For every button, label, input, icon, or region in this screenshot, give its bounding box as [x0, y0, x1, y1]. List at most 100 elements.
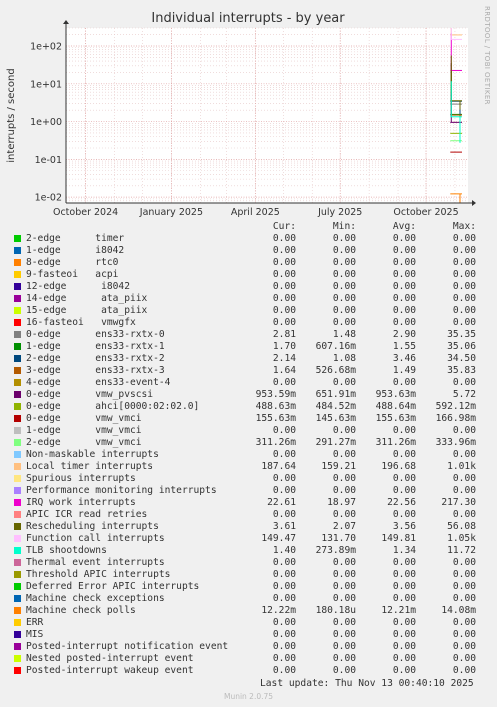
legend-swatch [14, 247, 21, 254]
legend-value-max: 0.00 [452, 485, 476, 496]
legend-row: Posted-interrupt notification event 0.00 0… [12, 641, 492, 653]
legend-row: Performance monitoring interrupts 0.00 0.0… [12, 485, 492, 497]
munin-version: Munin 2.0.75 [223, 692, 274, 701]
y-axis-label: interrupts / second [6, 68, 17, 162]
x-tick-label: October 2024 [53, 207, 118, 218]
legend-swatch [14, 295, 21, 302]
legend-value-max: 0.00 [452, 557, 476, 568]
y-tick-label: 1e+01 [30, 79, 62, 90]
legend-row: IRQ work interrupts 22.61 18.97 22.56 217.30 [12, 497, 492, 509]
y-tick-label: 1e-01 [35, 155, 62, 166]
legend-row: TLB shootdowns 1.40 273.89m 1.34 11.72 [12, 545, 492, 557]
legend-series-name: APIC ICR read retries [26, 509, 148, 520]
legend-swatch [14, 235, 21, 242]
legend-swatch [14, 319, 21, 326]
legend-swatch [14, 511, 21, 518]
legend-series-name: TLB shootdowns [26, 545, 107, 556]
legend-swatch [14, 523, 21, 530]
y-tick-label: 1e+02 [30, 42, 62, 53]
legend-series-name: 9-fasteoi acpi [26, 269, 119, 280]
legend-series-name: 2-edge vmw_vmci [26, 437, 142, 448]
legend-value-max: 0.00 [452, 293, 476, 304]
legend-series-name: 0-edge ens33-rxtx-0 [26, 329, 165, 340]
legend-row: 2-edge ens33-rxtx-2 2.14 1.08 3.46 34.50 [12, 353, 492, 365]
column-max: Max: [452, 221, 476, 232]
legend-series-name: Posted-interrupt wakeup event [26, 665, 194, 676]
legend-value-max: 35.06 [447, 341, 476, 352]
legend-swatch [14, 547, 21, 554]
legend-swatch [14, 631, 21, 638]
legend-swatch [14, 487, 21, 494]
legend-value-max: 0.00 [452, 617, 476, 628]
legend-swatch [14, 595, 21, 602]
legend-value-max: 0.00 [452, 377, 476, 388]
legend-swatch [14, 307, 21, 314]
legend-swatch [14, 355, 21, 362]
legend-series-name: Function call interrupts [26, 533, 165, 544]
legend-swatch [14, 535, 21, 542]
legend-swatch [14, 571, 21, 578]
legend-series-name: 14-edge ata_piix [26, 293, 148, 304]
legend-swatch [14, 475, 21, 482]
legend-swatch [14, 451, 21, 458]
y-tick-label: 1e-02 [35, 193, 62, 204]
legend-series-name: 0-edge vmw_pvscsi [26, 389, 154, 400]
legend-series-name: IRQ work interrupts [26, 497, 136, 508]
legend-row: Deferred Error APIC interrupts 0.00 0.00 0.… [12, 581, 492, 593]
legend-swatch [14, 667, 21, 674]
legend-value-max: 0.00 [452, 629, 476, 640]
legend-series-name: Machine check exceptions [26, 593, 165, 604]
legend-series-name: MIS [26, 629, 44, 640]
legend-value-max: 217.30 [441, 497, 476, 508]
legend-series-name: Local timer interrupts [26, 461, 154, 472]
legend: Cur: Min: Avg: Max: 2-edge timer 0.00 0.00… [12, 221, 492, 677]
legend-row: Nested posted-interrupt event 0.00 0.00 0.0… [12, 653, 492, 665]
legend-value-max: 1.05k [447, 533, 476, 544]
legend-value-max: 1.01k [447, 461, 476, 472]
legend-value-max: 35.35 [447, 329, 476, 340]
legend-swatch [14, 331, 21, 338]
legend-series-name: 2-edge ens33-rxtx-2 [26, 353, 165, 364]
legend-series-name: 0-edge ahci[0000:02:02.0] [26, 401, 200, 412]
legend-swatch [14, 655, 21, 662]
legend-series-name: Spurious interrupts [26, 473, 136, 484]
legend-value-max: 0.00 [452, 581, 476, 592]
legend-row: Non-maskable interrupts 0.00 0.00 0.00 0.00 [12, 449, 492, 461]
legend-swatch [14, 619, 21, 626]
legend-swatch [14, 583, 21, 590]
legend-swatch [14, 259, 21, 266]
legend-value-max: 0.00 [452, 593, 476, 604]
legend-series-name: Threshold APIC interrupts [26, 569, 171, 580]
legend-value-max: 5.72 [452, 389, 476, 400]
legend-series-name: 4-edge ens33-event-4 [26, 377, 171, 388]
legend-value-max: 0.00 [452, 269, 476, 280]
legend-swatch [14, 439, 21, 446]
legend-row: APIC ICR read retries 0.00 0.00 0.00 0.00 [12, 509, 492, 521]
legend-row: 0-edge ens33-rxtx-0 2.81 1.48 2.90 35.35 [12, 329, 492, 341]
legend-value-max: 166.98m [435, 413, 476, 424]
legend-swatch [14, 367, 21, 374]
legend-value-max: 333.96m [435, 437, 476, 448]
last-update: Last update: Thu Nov 13 00:40:10 2025 [260, 678, 474, 689]
legend-value-max: 0.00 [452, 317, 476, 328]
legend-series-name: 1-edge ens33-rxtx-1 [26, 341, 165, 352]
legend-swatch [14, 283, 21, 290]
legend-row: 9-fasteoi acpi 0.00 0.00 0.00 0.00 [12, 269, 492, 281]
legend-swatch [14, 559, 21, 566]
legend-row: 0-edge vmw_pvscsi 953.59m 651.91m 953.63m 5.… [12, 389, 492, 401]
legend-series-name: 15-edge ata_piix [26, 305, 148, 316]
x-tick-label: January 2025 [139, 207, 203, 218]
legend-row: 1-edge i8042 0.00 0.00 0.00 0.00 [12, 245, 492, 257]
x-tick-label: April 2025 [231, 207, 280, 218]
legend-value-max: 0.00 [452, 641, 476, 652]
legend-series-name: Nested posted-interrupt event [26, 653, 194, 664]
x-axis-arrow [472, 200, 476, 206]
legend-value-max: 0.00 [452, 473, 476, 484]
legend-value-max: 56.08 [447, 521, 476, 532]
legend-swatch [14, 427, 21, 434]
legend-value-max: 0.00 [452, 245, 476, 256]
legend-value-max: 0.00 [452, 233, 476, 244]
legend-swatch [14, 499, 21, 506]
y-axis-arrow [63, 20, 69, 24]
legend-series-name: 12-edge i8042 [26, 281, 130, 292]
